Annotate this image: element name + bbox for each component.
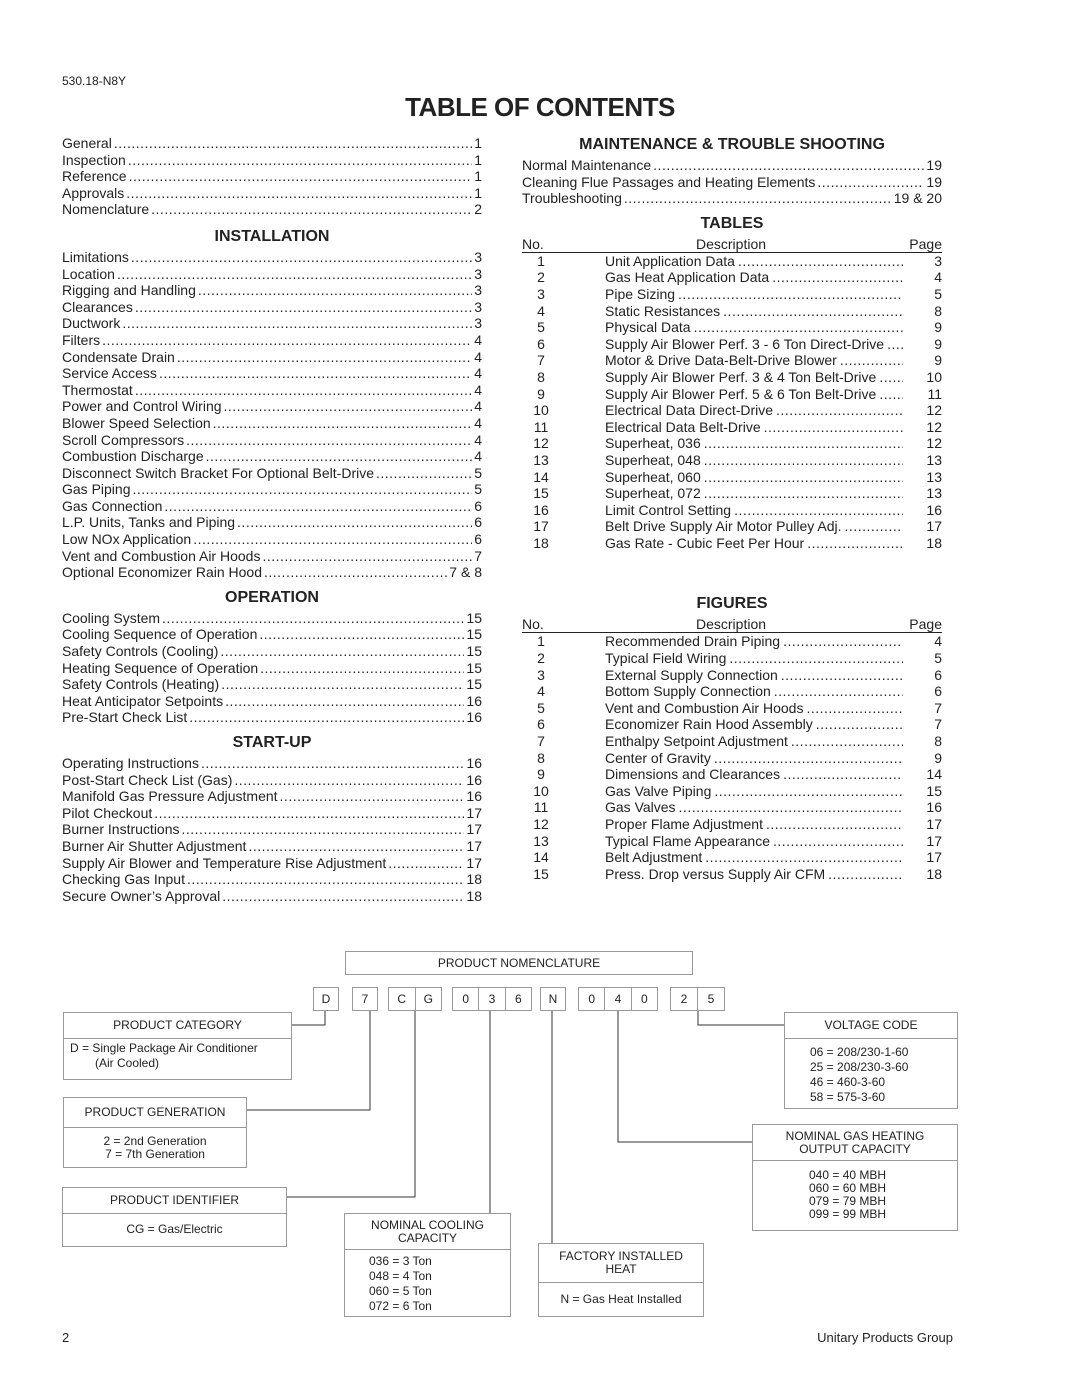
box-line: N = Gas Heat Installed <box>560 1292 682 1306</box>
code-segment: 036 <box>452 987 532 1011</box>
box-header: NOMINAL COOLING CAPACITY <box>345 1214 510 1250</box>
connector-category <box>290 1010 326 1026</box>
code-segment: 040 <box>578 987 658 1011</box>
box-header: NOMINAL GAS HEATING OUTPUT CAPACITY <box>753 1125 957 1161</box>
product-category-box: PRODUCT CATEGORY D = Single Package Air … <box>63 1012 292 1080</box>
box-line: 58 = 575-3-60 <box>810 1090 886 1104</box>
code-character: 4 <box>604 988 630 1010</box>
code-character: N <box>548 992 558 1006</box>
code-character: 2 <box>680 992 688 1006</box>
code-segment: D <box>313 987 339 1011</box>
code-segment: N <box>540 987 566 1011</box>
code-segment: 25 <box>670 987 725 1011</box>
code-character: 7 <box>361 992 369 1006</box>
nominal-cooling-box: NOMINAL COOLING CAPACITY 036 = 3 Ton 048 … <box>344 1213 511 1317</box>
box-line: 06 = 208/230-1-60 <box>810 1045 909 1059</box>
box-line: 036 = 3 Ton <box>369 1254 432 1268</box>
box-header: PRODUCT GENERATION <box>64 1098 246 1128</box>
connector-gas-heating <box>617 1010 752 1143</box>
code-character: 5 <box>697 988 724 1010</box>
code-character: D <box>321 992 331 1006</box>
box-header: PRODUCT IDENTIFIER <box>63 1188 286 1214</box>
code-character: C <box>397 992 407 1006</box>
box-line: 099 = 99 MBH <box>809 1207 887 1221</box>
nominal-gas-heating-box: NOMINAL GAS HEATING OUTPUT CAPACITY 040 … <box>752 1124 958 1231</box>
box-header: VOLTAGE CODE <box>785 1013 957 1039</box>
box-line: 072 = 6 Ton <box>369 1299 432 1313</box>
box-header: FACTORY INSTALLED HEAT <box>539 1244 703 1283</box>
code-segment: 7 <box>352 987 378 1011</box>
box-line: (Air Cooled) <box>95 1056 160 1070</box>
product-identifier-box: PRODUCT IDENTIFIER CG = Gas/Electric <box>62 1187 287 1247</box>
code-character: 0 <box>588 992 595 1006</box>
factory-installed-heat-box: FACTORY INSTALLED HEAT N = Gas Heat Inst… <box>538 1243 704 1317</box>
connector-voltage <box>697 1010 784 1026</box>
code-character: 0 <box>462 992 469 1006</box>
connector-identifier <box>285 1010 416 1198</box>
box-line: CG = Gas/Electric <box>126 1222 223 1236</box>
box-header: PRODUCT CATEGORY <box>64 1013 291 1039</box>
nomenclature-title: PRODUCT NOMENCLATURE <box>345 951 693 975</box>
box-line: 060 = 5 Ton <box>369 1284 432 1298</box>
product-generation-box: PRODUCT GENERATION 2 = 2nd Generation 7 =… <box>63 1097 247 1168</box>
code-character: G <box>414 988 442 1010</box>
page-number: 2 <box>62 1330 70 1345</box>
box-line: 46 = 460-3-60 <box>810 1075 886 1089</box>
company-name: Unitary Products Group <box>817 1330 953 1345</box>
code-segment: CG <box>388 987 442 1011</box>
code-character: 0 <box>630 988 657 1010</box>
box-line: D = Single Package Air Conditioner <box>70 1041 258 1055</box>
code-character: 3 <box>478 988 504 1010</box>
box-line: 25 = 208/230-3-60 <box>810 1060 909 1074</box>
box-line: 048 = 4 Ton <box>369 1269 432 1283</box>
page: 530.18-N8Y TABLE OF CONTENTS General1Ins… <box>0 0 1080 1397</box>
box-line: 7 = 7th Generation <box>105 1147 205 1161</box>
code-character: 6 <box>504 988 531 1010</box>
voltage-code-box: VOLTAGE CODE 06 = 208/230-1-60 25 = 208/2… <box>784 1012 958 1109</box>
